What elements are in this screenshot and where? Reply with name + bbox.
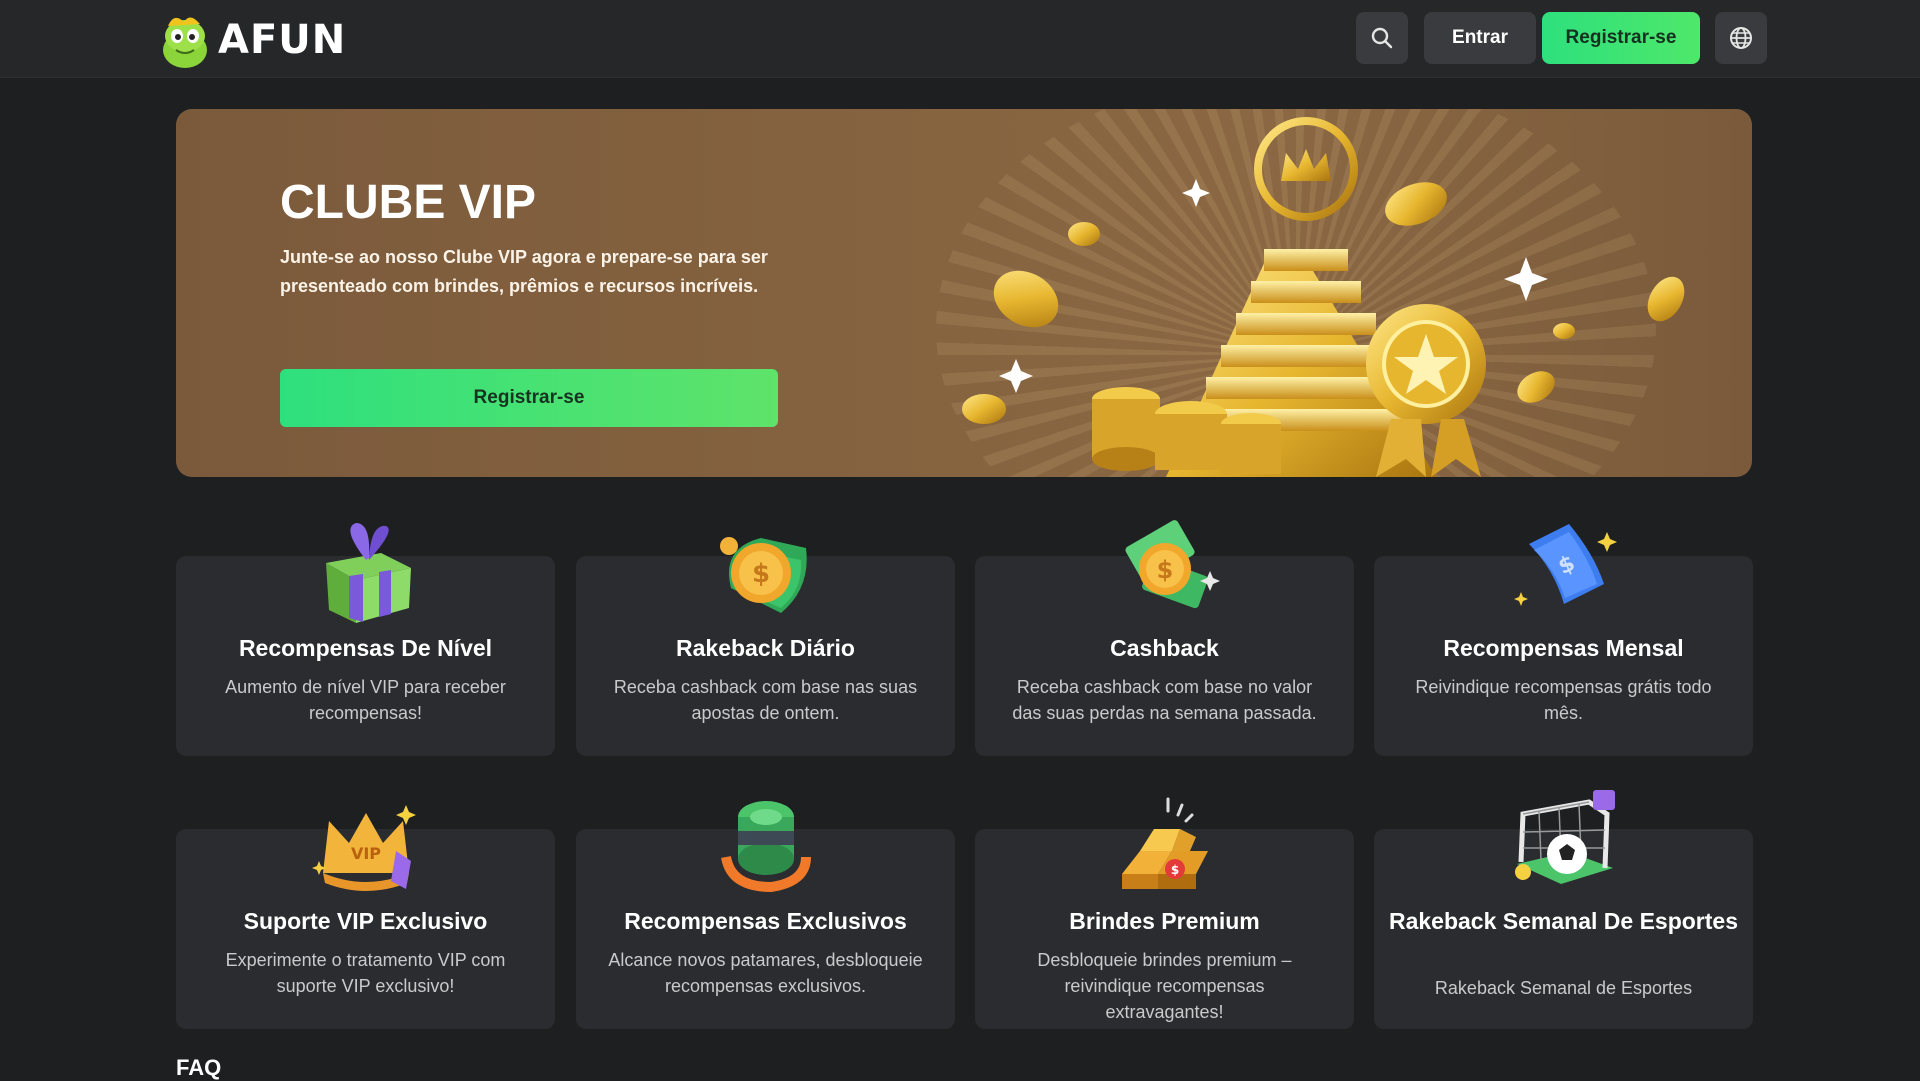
card-description: Desbloqueie brindes premium – reivindiqu…	[1037, 950, 1292, 1022]
card-description: Receba cashback com base nas suas aposta…	[613, 677, 918, 723]
card-title: Recompensas De Nível	[238, 635, 493, 661]
card-description: Experimente o tratamento VIP com suporte…	[225, 950, 506, 996]
svg-text:$: $	[751, 559, 769, 589]
login-button[interactable]: Entrar	[1424, 12, 1536, 64]
globe-icon	[1730, 27, 1752, 49]
card-title: Recompensas Exclusivos	[624, 908, 907, 934]
card-title: Rakeback Semanal De Esportes	[1388, 908, 1738, 934]
svg-text:$: $	[1170, 863, 1178, 877]
card-title: Rakeback Diário	[676, 635, 855, 661]
cashback-icon: $	[1124, 520, 1220, 609]
gold-bars-icon: $	[1121, 797, 1208, 889]
mascot-icon	[163, 17, 207, 68]
card-description: Rakeback Semanal de Esportes	[1434, 978, 1693, 998]
logo-text: AFUN	[218, 17, 347, 63]
vip-hero-banner: CLUBE VIP Junte-se ao nosso Clube VIP ag…	[176, 109, 1752, 477]
cash-roll-icon	[720, 801, 811, 893]
card-vip-support[interactable]: VIP Suporte VIP Exclusivo Experimente o …	[176, 805, 555, 1029]
banknote-icon: $	[1513, 524, 1617, 606]
card-exclusive-rewards[interactable]: Recompensas Exclusivos Alcance novos pat…	[576, 801, 955, 1029]
gold-pyramid-illustration	[962, 117, 1685, 477]
logo[interactable]: AFUN	[160, 10, 346, 70]
card-title: Brindes Premium	[1069, 908, 1260, 934]
card-description: Receba cashback com base no valor das su…	[1012, 677, 1317, 723]
hero-description: Junte-se ao nosso Clube VIP agora e prep…	[280, 247, 768, 296]
card-premium-gifts[interactable]: $ Brindes Premium Desbloqueie brindes pr…	[975, 797, 1354, 1029]
card-description: Reivindique recompensas grátis todo mês.	[1415, 677, 1712, 723]
gift-icon	[325, 523, 411, 623]
top-header: AFUN Entrar Registrar-se	[0, 0, 1920, 78]
language-button[interactable]	[1715, 12, 1767, 64]
svg-text:VIP: VIP	[350, 844, 380, 863]
search-icon	[1371, 27, 1393, 49]
hero-register-button[interactable]: Registrar-se	[280, 369, 778, 427]
svg-text:$: $	[1156, 556, 1173, 584]
card-description: Aumento de nível VIP para receber recomp…	[225, 677, 506, 723]
card-level-rewards[interactable]: Recompensas De Nível Aumento de nível VI…	[176, 523, 555, 756]
card-description: Alcance novos patamares, desbloqueie rec…	[608, 950, 923, 996]
faq-heading: FAQ	[176, 1055, 222, 1080]
register-button[interactable]: Registrar-se	[1542, 12, 1700, 64]
card-title: Cashback	[1110, 635, 1219, 661]
card-title: Suporte VIP Exclusivo	[243, 908, 488, 934]
vip-crown-icon: VIP	[311, 805, 416, 891]
hero-title: CLUBE VIP	[280, 176, 537, 229]
coin-cash-icon: $	[719, 537, 807, 613]
card-monthly-rewards[interactable]: $ Recompensas Mensal Reivindique recompe…	[1374, 524, 1753, 756]
card-cashback[interactable]: $ Cashback Receba cashback com base no v…	[975, 520, 1354, 756]
soccer-goal-icon	[1514, 790, 1615, 884]
card-daily-rakeback[interactable]: $ Rakeback Diário Receba cashback com ba…	[576, 537, 955, 756]
search-button[interactable]	[1356, 12, 1408, 64]
card-weekly-sports-rakeback[interactable]: Rakeback Semanal De Esportes Rakeback Se…	[1374, 790, 1753, 1029]
card-title: Recompensas Mensal	[1443, 635, 1684, 661]
